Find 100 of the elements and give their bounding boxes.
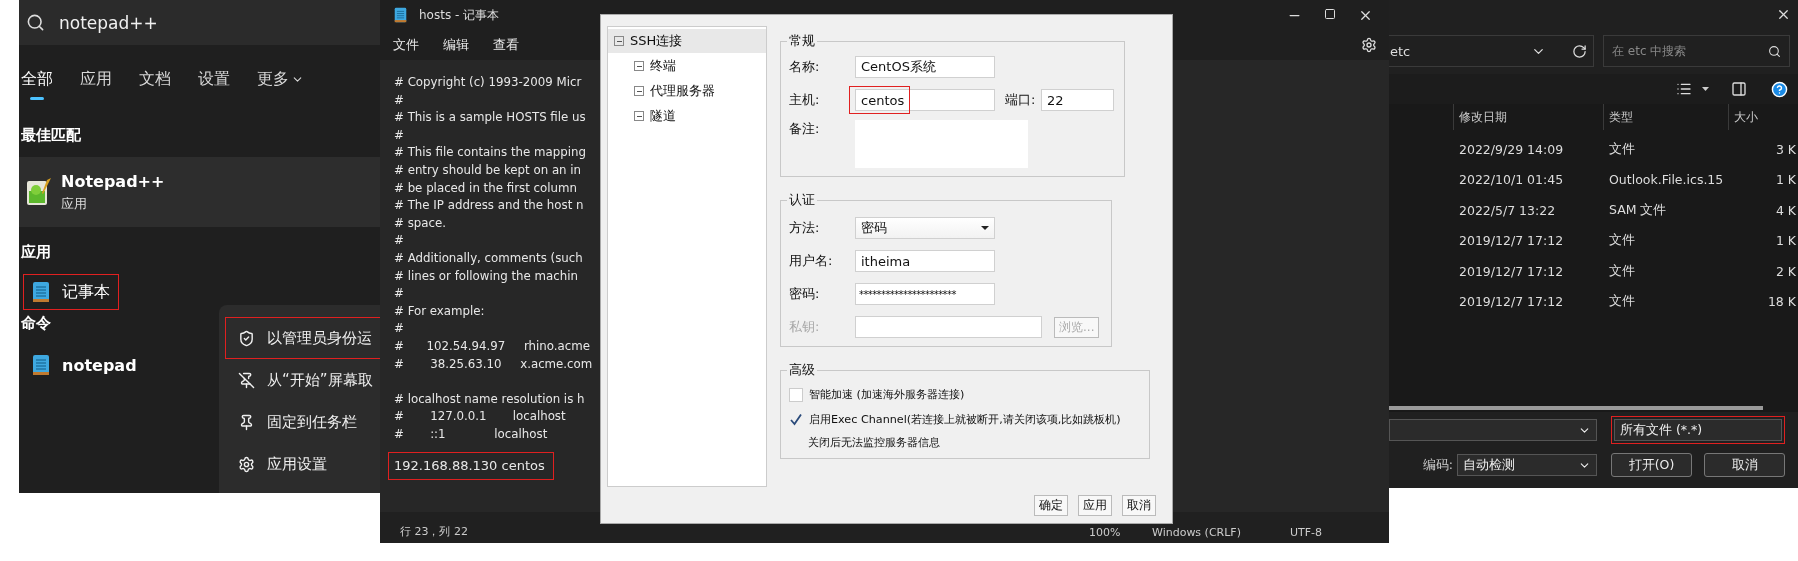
field-label: 编码: [1422,456,1453,474]
filter-tab[interactable]: 设置 [198,65,257,100]
checkbox[interactable] [789,412,803,427]
tree-item[interactable]: 代理服务器 [608,79,766,103]
text-line: # 102.54.94.97 rhino.acme [394,337,591,355]
notepad-icon [394,7,407,23]
search-field[interactable]: notepad++ [19,0,380,45]
size-cell-text: 1 K [1774,172,1797,188]
menu-item[interactable]: 应用设置 [225,443,380,485]
size-cell-text: 3 K [1774,141,1797,157]
text-line: # This file contains the mapping [394,144,586,162]
notepad-icon [32,354,50,376]
type-cell-text: Outlook.File.ics.15 [1608,172,1725,188]
column-header[interactable]: 大小 [1728,104,1798,130]
menu-item[interactable]: 以管理员身份运 [225,317,380,359]
checkbox[interactable] [789,387,803,402]
text-line: # [394,285,404,303]
view-icon[interactable] [1676,81,1692,97]
dialog-button[interactable]: 应用 [1078,495,1112,516]
option-note: 关闭后无法监控服务器信息 [808,435,941,450]
encoding: UTF-8 [1290,526,1324,539]
unpin-icon [238,371,255,389]
menu-item[interactable]: 文件 [393,36,419,54]
date-cell-text: 2022/10/1 01:45 [1458,172,1565,188]
text-line: # space. [394,214,446,232]
expander-icon[interactable] [634,86,644,96]
menu-item[interactable]: 从“开始”屏幕取 [225,359,380,401]
port-field[interactable]: 22 [1041,89,1114,111]
type-cell-text: 文件 [1608,293,1636,311]
column-header[interactable]: 修改日期 [1453,104,1603,130]
field-label: 用户名: [789,252,834,270]
filter-tab[interactable]: 应用 [80,65,139,100]
group-title: 认证 [788,191,816,209]
type-cell-text: 文件 [1608,140,1636,158]
text-line: # localhost name resolution is h [394,390,585,408]
scrollbar[interactable] [1389,406,1763,410]
maximize-icon[interactable] [1324,7,1336,20]
zoom-level: 100% [1089,526,1122,539]
dialog-button[interactable]: 取消 [1704,453,1785,477]
dialog-button[interactable]: 取消 [1122,495,1156,516]
tree-item[interactable]: 隧道 [608,104,766,128]
address-bar[interactable]: etc [1389,35,1594,67]
text-line: # entry should be kept on an in [394,161,582,179]
best-match-item[interactable]: Notepad++ 应用 [19,157,380,227]
tab-indicator [30,97,44,100]
expander-icon[interactable] [634,61,644,71]
menu-item[interactable]: 查看 [493,36,519,54]
filter-tab[interactable]: 全部 [21,65,80,100]
text-line: # [394,91,404,109]
preview-pane-icon[interactable] [1731,81,1747,97]
field-label: 方法: [789,219,821,237]
refresh-icon[interactable] [1572,43,1587,59]
type-cell-text: 文件 [1608,262,1636,280]
text-line: # 38.25.63.10 x.acme.com [394,355,593,373]
field-label: 名称: [789,58,821,76]
text-line: # Copyright (c) 1993-2009 Micr [394,74,582,91]
encoding-dropdown[interactable]: 自动检测 [1457,454,1597,476]
checkbox-label: 启用Exec Channel(若连接上就被断开,请关闭该项,比如跳板机) [809,412,1121,427]
tree-item[interactable]: 终端 [608,54,766,78]
menu-item[interactable]: 固定到任务栏 [225,401,380,443]
date-cell-text: 2019/12/7 17:12 [1458,263,1565,279]
section-heading: 应用 [20,243,52,262]
field-label: 端口: [1005,91,1037,109]
column-header[interactable]: 类型 [1603,104,1728,130]
host-field[interactable]: centos [855,89,995,111]
type-cell-text: SAM 文件 [1608,201,1668,219]
dialog-button[interactable]: 打开(O) [1611,453,1692,477]
checkbox-label: 智能加速 (加速海外服务器连接) [809,387,965,402]
text-line: # 127.0.0.1 localhost [394,408,566,426]
search-field[interactable]: 在 etc 中搜索 [1603,35,1790,67]
result-item[interactable]: notepad [23,347,146,383]
settings-icon[interactable] [1361,37,1377,53]
app-type: 应用 [61,194,88,213]
app-icon [25,177,53,207]
username-field[interactable]: itheima [855,250,995,272]
filter-tab[interactable]: 更多 [257,65,316,100]
expander-icon[interactable] [614,36,624,46]
text-line: # [394,232,404,250]
file-name-field[interactable] [1389,419,1597,441]
section-heading: 最佳匹配 [20,126,82,145]
password-field[interactable]: ********************** [855,283,995,305]
caret-icon[interactable] [1702,87,1709,91]
caret-icon [981,226,989,230]
date-cell-text: 2019/12/7 17:12 [1458,233,1565,249]
type-cell-text: 文件 [1608,232,1636,250]
text-line: # be placed in the first column [394,179,577,197]
cursor-position: 行 23，列 22 [400,524,469,539]
name-field[interactable]: CentOS系统 [855,56,995,78]
filter-tab[interactable]: 文档 [139,65,198,100]
field-label: 主机: [789,91,821,109]
text-line: # [394,320,404,338]
notepad-icon [32,281,50,303]
expander-icon[interactable] [634,111,644,121]
method-dropdown[interactable]: 密码 [855,217,995,239]
result-item[interactable]: 记事本 [23,274,119,310]
tree-item[interactable]: SSH连接 [608,29,766,53]
dialog-button[interactable]: 确定 [1034,495,1068,516]
help-icon[interactable] [1771,80,1788,98]
menu-item[interactable]: 编辑 [443,36,469,54]
file-type-dropdown[interactable]: 所有文件 (*.*) [1614,419,1782,441]
